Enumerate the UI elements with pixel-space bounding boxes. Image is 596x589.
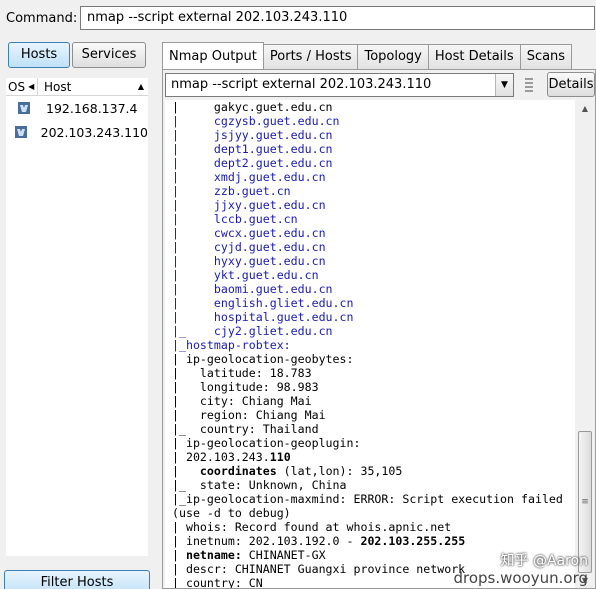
- output-line: | 202.103.243.110: [172, 450, 291, 464]
- output-line: | english.gliet.edu.cn: [172, 296, 354, 310]
- output-line: | lccb.guet.cn: [172, 212, 298, 226]
- output-line: | hyxy.guet.edu.cn: [172, 254, 326, 268]
- output-line: | ip-geolocation-geobytes:: [172, 352, 354, 366]
- scroll-up-icon[interactable]: ▲: [576, 100, 594, 116]
- host-row[interactable]: 202.103.243.110: [6, 120, 148, 144]
- host-row[interactable]: 192.168.137.4: [6, 96, 148, 120]
- output-line: |_ state: Unknown, China: [172, 478, 347, 492]
- sort-left-icon: ◀: [28, 82, 35, 91]
- output-line: | xmdj.guet.edu.cn: [172, 170, 326, 184]
- command-label: Command:: [6, 10, 78, 26]
- output-line: | inetnum: 202.103.192.0 - 202.103.255.2…: [172, 534, 466, 548]
- tab-topology[interactable]: Topology: [357, 44, 429, 69]
- nmap-output-panel: nmap --script external 202.103.243.110 ▼…: [162, 69, 596, 589]
- hosts-panel: Hosts Services OS ◀ Host ▲ 192.168.137.4…: [0, 38, 158, 589]
- output-line: | dept2.guet.edu.cn: [172, 156, 333, 170]
- output-line: | whois: Record found at whois.apnic.net: [172, 520, 452, 534]
- hosts-toggle-button[interactable]: Hosts: [8, 42, 70, 68]
- output-line: | gakyc.guet.edu.cn: [172, 100, 333, 114]
- host-ip: 192.168.137.4: [46, 100, 138, 116]
- output-line: |_ country: Thailand: [172, 422, 319, 436]
- output-line: | ip-geolocation-geoplugin:: [172, 436, 361, 450]
- output-line: |_hostmap-robtex:: [172, 338, 291, 352]
- output-line: |_ cjy2.gliet.edu.cn: [172, 324, 333, 338]
- tab-nmap-output[interactable]: Nmap Output: [162, 42, 264, 69]
- tab-ports-hosts[interactable]: Ports / Hosts: [262, 44, 359, 69]
- scan-select[interactable]: nmap --script external 202.103.243.110 ▼: [165, 73, 514, 97]
- output-line: | cyjd.guet.edu.cn: [172, 240, 326, 254]
- unknown-os-icon: [6, 126, 37, 138]
- host-column-label: Host: [44, 79, 72, 94]
- output-line: | latitude: 18.783: [172, 366, 312, 380]
- chevron-down-icon[interactable]: ▼: [495, 74, 513, 96]
- vertical-scrollbar[interactable]: ▲ ≡ ▼: [576, 100, 594, 588]
- services-toggle-button[interactable]: Services: [72, 42, 146, 68]
- scan-select-value: nmap --script external 202.103.243.110: [171, 77, 432, 92]
- output-line: | coordinates (lat,lon): 35,105: [172, 464, 403, 478]
- command-bar: Command: nmap --script external 202.103.…: [0, 0, 596, 36]
- unknown-os-icon: [6, 102, 42, 114]
- os-column-header[interactable]: OS ◀: [6, 78, 38, 95]
- watermark-site: drops.wooyun.org: [453, 569, 588, 587]
- watermark: 知乎 @Aaron drops.wooyun.org: [453, 553, 588, 587]
- os-column-label: OS: [8, 79, 26, 94]
- host-column-header[interactable]: Host ▲: [38, 80, 148, 94]
- output-line: | dept1.guet.edu.cn: [172, 142, 333, 156]
- details-button[interactable]: Details: [547, 72, 595, 97]
- sort-ascending-icon: ▲: [137, 82, 144, 91]
- scrollbar-thumb[interactable]: ≡: [578, 431, 592, 573]
- output-line: (use -d to debug): [172, 506, 291, 520]
- grip-icon: [525, 78, 533, 92]
- output-line: | ykt.guet.edu.cn: [172, 268, 319, 282]
- results-panel: Nmap Output Ports / Hosts Topology Host …: [160, 40, 596, 589]
- output-line: |_ip-geolocation-maxmind: ERROR: Script …: [172, 492, 563, 506]
- host-list-header: OS ◀ Host ▲: [6, 78, 148, 96]
- filter-hosts-button[interactable]: Filter Hosts: [4, 570, 150, 589]
- output-line: | hospital.guet.edu.cn: [172, 310, 354, 324]
- output-line: | cgzysb.guet.edu.cn: [172, 114, 340, 128]
- output-line: | city: Chiang Mai: [172, 394, 312, 408]
- output-line: | cwcx.guet.edu.cn: [172, 226, 326, 240]
- nmap-output-text[interactable]: | gakyc.guet.edu.cn | cgzysb.guet.edu.cn |…: [165, 100, 575, 588]
- output-line: | longitude: 98.983: [172, 380, 319, 394]
- watermark-zhihu: 知乎 @Aaron: [500, 553, 589, 569]
- output-line: | jjxy.guet.edu.cn: [172, 198, 326, 212]
- output-line: | baomi.guet.edu.cn: [172, 282, 333, 296]
- tab-host-details[interactable]: Host Details: [427, 44, 521, 69]
- host-ip: 202.103.243.110: [40, 124, 148, 140]
- tab-scans[interactable]: Scans: [519, 44, 573, 69]
- output-line: | region: Chiang Mai: [172, 408, 326, 422]
- host-list: 192.168.137.4 202.103.243.110: [6, 96, 148, 556]
- output-line: | zzb.guet.cn: [172, 184, 291, 198]
- tab-bar: Nmap Output Ports / Hosts Topology Host …: [162, 42, 573, 69]
- command-input[interactable]: nmap --script external 202.103.243.110: [80, 6, 595, 30]
- output-lines: | gakyc.guet.edu.cn | cgzysb.guet.edu.cn |…: [165, 100, 575, 588]
- output-line: | jsjyy.guet.edu.cn: [172, 128, 333, 142]
